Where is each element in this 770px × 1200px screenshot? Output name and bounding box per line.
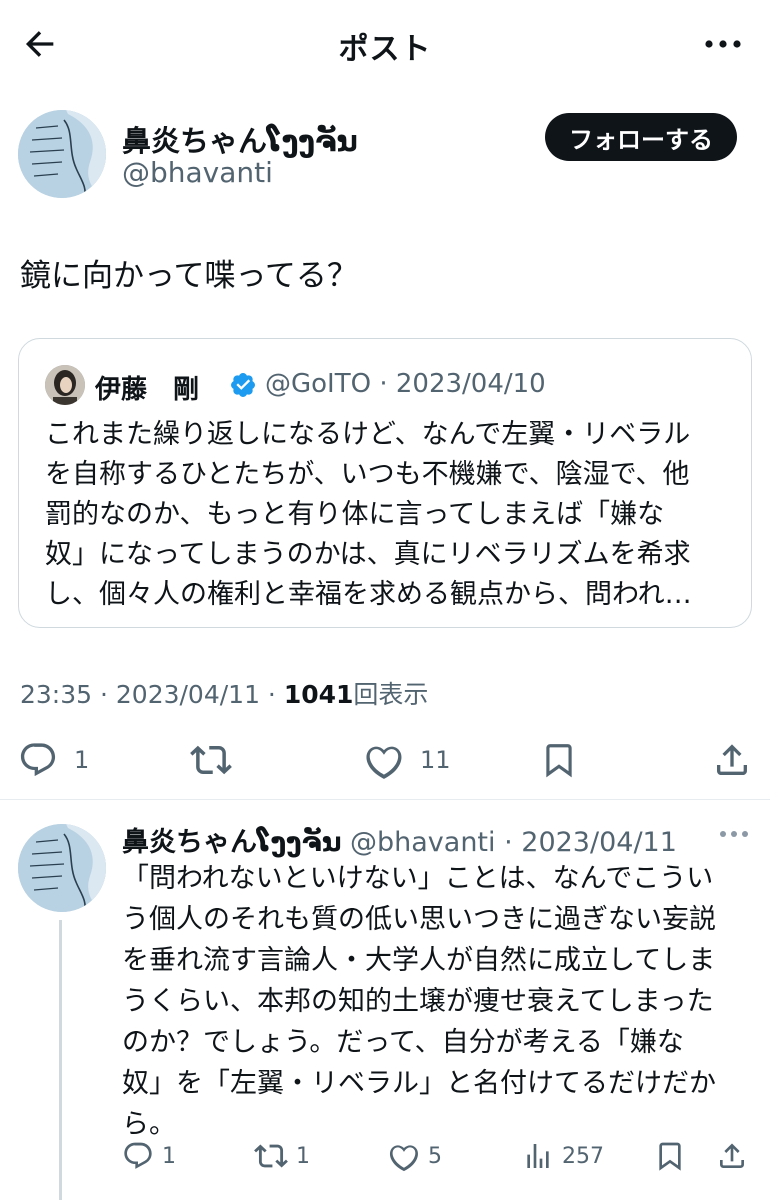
avatar-image — [18, 824, 106, 912]
quote-author-name: 伊藤 剛 — [95, 375, 200, 405]
share-button[interactable] — [712, 730, 752, 790]
reply-line: うくらい、本邦の知的土壌が痩せ衰えてしまった — [122, 986, 714, 1017]
quote-line: し、個々人の権利と幸福を求める観点から、問われ… — [45, 579, 692, 610]
quote-line: 罰的なのか、もっと有り体に言ってしまえば「嫌な — [45, 499, 665, 530]
quote-line: を自称するひとたちが、いつも不機嫌で、陰湿で、他 — [45, 459, 690, 490]
post-action-bar: 1 11 — [0, 730, 770, 790]
post-text: 鏡に向かって喋ってる？ — [20, 258, 358, 294]
reply-author-avatar[interactable] — [18, 824, 106, 912]
reply-more-button[interactable] — [718, 822, 750, 846]
post-timestamp: 23:35 · 2023/04/11 · 1041回表示 — [20, 675, 428, 711]
reply-repost-count: 1 — [296, 1143, 310, 1169]
share-icon — [717, 744, 747, 775]
reply-like-button[interactable]: 5 — [388, 1134, 442, 1178]
reply-author-name[interactable]: 鼻炎ちゃんໂງງຈັນ — [122, 827, 341, 858]
page-title: ポスト — [338, 32, 432, 67]
post-time: 23:35 · 2023/04/11 · — [20, 680, 284, 709]
reply-bookmark-button[interactable] — [654, 1134, 686, 1178]
reply-repost-button[interactable]: 1 — [254, 1134, 310, 1178]
reply-line: う個人のそれも質の低い思いつきに過ぎない妄説 — [122, 904, 716, 935]
reply-views-button[interactable]: 257 — [522, 1134, 604, 1178]
reply-button[interactable]: 1 — [18, 730, 89, 790]
quote-text: これまた繰り返しになるけど、なんで左翼・リベラル を自称するひとたちが、いつも不… — [45, 415, 725, 615]
heart-icon — [366, 746, 402, 779]
reply-line: 「問われないといけない」ことは、なんでこうい — [122, 863, 714, 894]
more-options-button[interactable] — [698, 24, 748, 64]
reply-share-button[interactable] — [716, 1134, 748, 1178]
divider — [0, 799, 770, 800]
quote-handle-date: @GoITO · 2023/04/10 — [265, 369, 546, 399]
reply-like-count: 5 — [428, 1143, 442, 1169]
author-handle[interactable]: @bhavanti — [122, 156, 273, 189]
like-button[interactable]: 11 — [364, 730, 451, 790]
follow-button[interactable]: フォローする — [545, 113, 737, 161]
reply-header: 鼻炎ちゃんໂງງຈັນ @bhavanti · 2023/04/11 — [122, 820, 677, 859]
repost-icon — [190, 745, 232, 775]
reply-line: を垂れ流す言論人・大学人が自然に成立してしま — [122, 945, 716, 976]
verified-badge-icon — [229, 371, 257, 399]
bookmark-icon — [546, 744, 572, 778]
reply-reply-button[interactable]: 1 — [122, 1134, 176, 1178]
bookmark-button[interactable] — [540, 730, 578, 790]
repost-button[interactable] — [190, 730, 232, 790]
like-count: 11 — [420, 746, 451, 774]
quote-avatar — [45, 365, 85, 405]
view-label: 回表示 — [353, 680, 429, 709]
avatar-image — [45, 365, 85, 405]
analytics-icon — [527, 1144, 549, 1168]
reply-line: のか？でしょう。だって、自分が考える「嫌な — [122, 1027, 684, 1058]
view-count: 1041 — [283, 680, 354, 709]
quote-line: これまた繰り返しになるけど、なんで左翼・リベラル — [45, 419, 691, 450]
share-icon — [720, 1143, 744, 1168]
quote-line: 奴」になってしまうのかは、真にリベラリズムを希求 — [45, 539, 691, 570]
reply-view-count: 257 — [562, 1143, 604, 1169]
more-horizontal-icon — [705, 40, 741, 48]
more-horizontal-icon — [720, 831, 748, 837]
reply-line: 奴」を「左翼・リベラル」と名付けてるだけだか — [122, 1068, 716, 1099]
reply-handle-date: @bhavanti · 2023/04/11 — [341, 827, 677, 858]
reply-reply-count: 1 — [162, 1143, 176, 1169]
bookmark-icon — [659, 1142, 681, 1171]
top-bar: ポスト — [0, 0, 770, 90]
reply-icon — [20, 743, 56, 777]
reply-icon — [124, 1142, 152, 1169]
author-avatar[interactable] — [18, 110, 106, 198]
repost-icon — [254, 1144, 288, 1168]
avatar-image — [18, 110, 106, 198]
reply-count: 1 — [74, 746, 90, 774]
reply-action-bar: 1 1 5 257 — [0, 1134, 770, 1178]
heart-icon — [389, 1145, 418, 1172]
reply-text: 「問われないといけない」ことは、なんでこうい う個人のそれも質の低い思いつきに過… — [122, 858, 742, 1145]
author-name[interactable]: 鼻炎ちゃんໂງງຈັນ — [122, 118, 358, 160]
quoted-post-card[interactable]: 伊藤 剛 @GoITO · 2023/04/10 これまた繰り返しになるけど、な… — [18, 338, 752, 628]
